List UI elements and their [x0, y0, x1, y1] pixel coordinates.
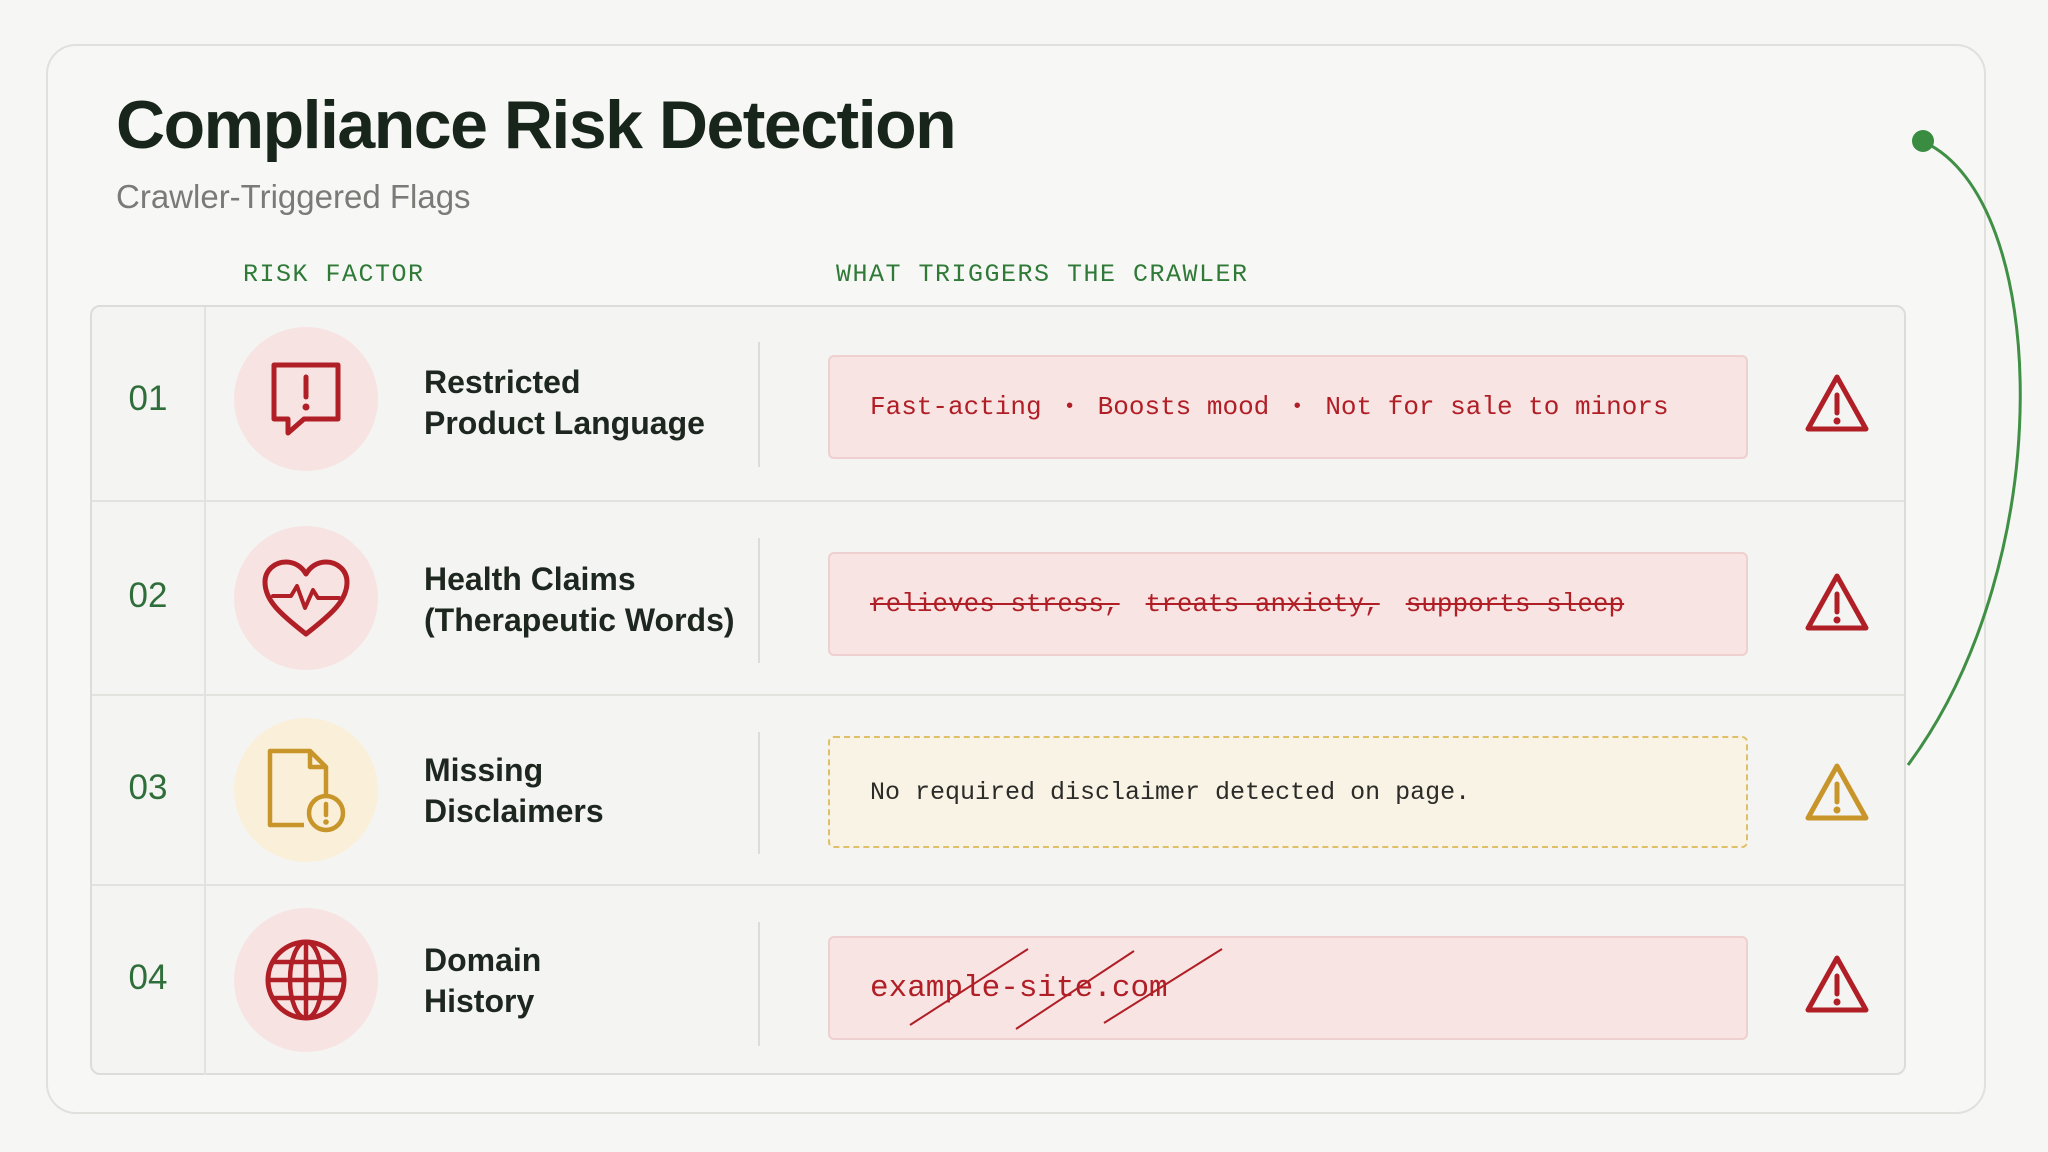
risk-icon-badge	[234, 327, 378, 471]
table-row: 03 Missing Disclaimers No required discl…	[92, 694, 1904, 884]
document-warning-icon	[267, 748, 346, 833]
risk-label: Domain History	[424, 942, 542, 1019]
row-number: 04	[128, 958, 168, 997]
trigger-term: Fast-acting	[870, 392, 1042, 422]
strikethrough-slashes	[909, 947, 1223, 1030]
page-title: Compliance Risk Detection	[116, 87, 957, 163]
trigger-term: Not for sale to minors	[1325, 392, 1669, 422]
page-subtitle: Crawler-Triggered Flags	[116, 178, 471, 215]
trigger-term: treats anxiety,	[1145, 589, 1380, 619]
trigger-term: relieves stress,	[870, 589, 1120, 619]
trigger-box: No required disclaimer detected on page.	[828, 736, 1748, 848]
table-row: 04 Domain History example-site.com	[92, 884, 1904, 1075]
speech-bubble-exclamation-icon	[271, 362, 341, 436]
row-number: 02	[128, 576, 168, 615]
warning-icon	[1805, 763, 1869, 821]
table-row: 01 Restricted Product Language Fast-acti…	[92, 307, 1904, 500]
column-header-risk-factor: RISK FACTOR	[243, 260, 425, 289]
risk-table: 01 Restricted Product Language Fast-acti…	[90, 305, 1906, 1075]
trigger-box: example-site.com	[828, 936, 1748, 1040]
trigger-box: relieves stress, treats anxiety, support…	[828, 552, 1748, 656]
trigger-term: supports sleep	[1405, 589, 1625, 619]
risk-label: Restricted Product Language	[424, 364, 705, 441]
column-header-triggers: WHAT TRIGGERS THE CRAWLER	[836, 260, 1249, 289]
warning-icon	[1805, 573, 1869, 631]
risk-label: Health Claims (Therapeutic Words)	[424, 561, 735, 638]
trigger-term: Boosts mood	[1097, 392, 1270, 422]
row-number: 01	[128, 379, 168, 418]
warning-icon	[1805, 374, 1869, 432]
globe-icon	[265, 939, 347, 1021]
risk-icon-badge	[234, 526, 378, 670]
trigger-box: Fast-acting • Boosts mood • Not for sale…	[828, 355, 1748, 459]
risk-icon-badge	[234, 718, 378, 862]
warning-icon	[1805, 955, 1869, 1013]
row-number: 03	[128, 768, 168, 807]
risk-label: Missing Disclaimers	[424, 752, 604, 829]
table-row: 02 Health Claims (Therapeutic Words) rel…	[92, 500, 1904, 694]
trigger-text: No required disclaimer detected on page.	[870, 777, 1471, 807]
risk-icon-badge	[234, 908, 378, 1052]
heart-pulse-icon	[262, 559, 350, 637]
